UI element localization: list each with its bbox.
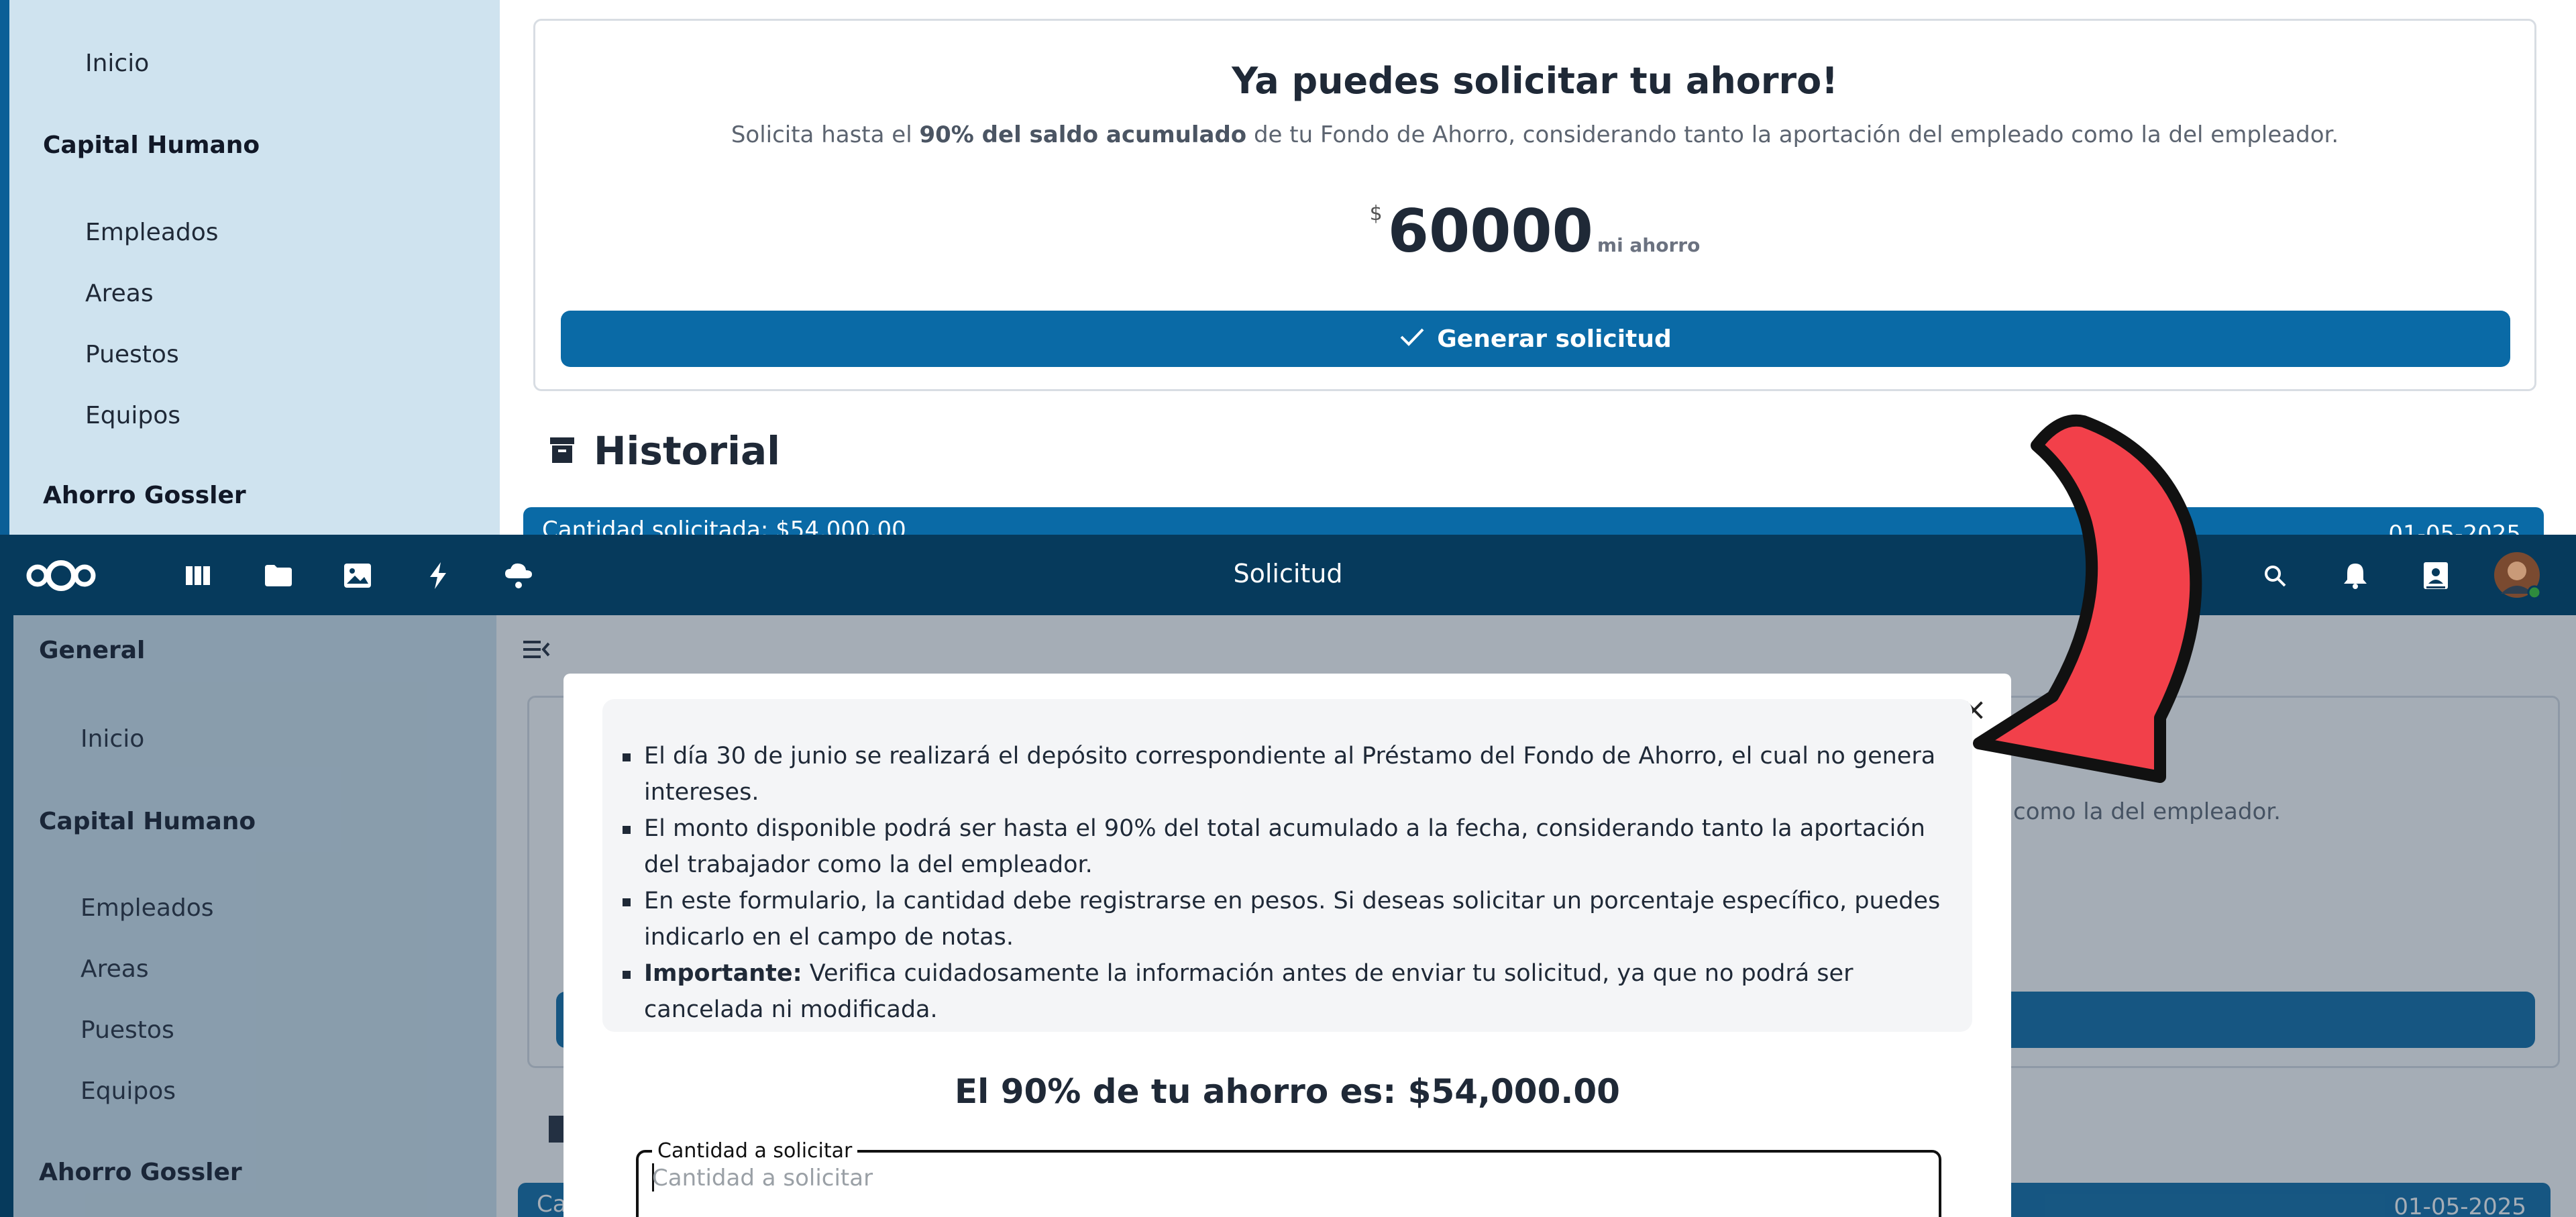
- sidebar: Inicio Capital Humano Empleados Areas Pu…: [9, 0, 500, 535]
- generate-request-button[interactable]: Generar solicitud: [561, 311, 2510, 367]
- amount-request-field-label: Cantidad a solicitar: [652, 1139, 858, 1163]
- notice-item-text: El monto disponible podrá ser hasta el 9…: [644, 815, 1925, 878]
- request-modal: × El día 30 de junio se realizará el dep…: [564, 674, 2011, 1217]
- sidebar-item-inicio[interactable]: Inicio: [85, 50, 149, 77]
- search-icon[interactable]: [2258, 559, 2292, 592]
- historial-title: Historial: [594, 428, 781, 474]
- amount-request-placeholder: Cantidad a solicitar: [652, 1165, 873, 1192]
- generate-request-label: Generar solicitud: [1437, 325, 1672, 353]
- savings-amount: $60000 mi ahorro: [535, 197, 2534, 266]
- card-subtitle-pre: Solicita hasta el: [731, 121, 920, 148]
- notice-item: Importante: Verifica cuidadosamente la i…: [621, 955, 1956, 1028]
- red-arrow-icon: [1959, 403, 2241, 792]
- notice-item-text: El día 30 de junio se realizará el depós…: [644, 743, 1936, 806]
- history-row[interactable]: Cantidad solicitada: $54,000.00 01-05-20…: [523, 507, 2544, 535]
- frame-edge: [0, 615, 13, 1217]
- bell-icon[interactable]: [2339, 559, 2372, 592]
- sidebar-item-areas[interactable]: Areas: [85, 280, 154, 307]
- card-title: Ya puedes solicitar tu ahorro!: [1232, 60, 1838, 102]
- sidebar-item-puestos[interactable]: Puestos: [85, 341, 179, 368]
- amount-label: mi ahorro: [1597, 234, 1701, 256]
- ninety-percent-heading: El 90% de tu ahorro es: $54,000.00: [955, 1072, 1620, 1111]
- avatar[interactable]: [2493, 551, 2541, 599]
- card-subtitle-bold: 90% del saldo acumulado: [919, 121, 1247, 148]
- contacts-icon[interactable]: [2419, 559, 2453, 592]
- amount-value: 60000: [1387, 197, 1593, 266]
- savings-card: Ya puedes solicitar tu ahorro! Solicita …: [533, 19, 2536, 391]
- card-subtitle: Solicita hasta el 90% del saldo acumulad…: [535, 121, 2534, 148]
- history-row-date: 01-05-2025: [2388, 521, 2521, 535]
- notice-item-text: En este formulario, la cantidad debe reg…: [644, 888, 1941, 951]
- notice-item: El día 30 de junio se realizará el depós…: [621, 738, 1956, 810]
- notice-item: En este formulario, la cantidad debe reg…: [621, 883, 1956, 955]
- notice-item-text: Verifica cuidadosamente la información a…: [644, 960, 1854, 1023]
- notice-item-bold: Importante:: [644, 960, 802, 987]
- amount-request-field[interactable]: Cantidad a solicitar Cantidad a solicita…: [636, 1139, 1941, 1217]
- card-subtitle-post: de tu Fondo de Ahorro, considerando tant…: [1246, 121, 2339, 148]
- notice-item: El monto disponible podrá ser hasta el 9…: [621, 810, 1956, 883]
- history-row-amount: Cantidad solicitada: $54,000.00: [542, 517, 906, 535]
- sidebar-section-capital-humano: Capital Humano: [43, 131, 260, 159]
- sidebar-item-empleados[interactable]: Empleados: [85, 219, 219, 246]
- sidebar-section-ahorro: Ahorro Gossler: [43, 482, 246, 509]
- currency-symbol: $: [1369, 202, 1383, 225]
- archive-icon: [550, 437, 574, 467]
- check-icon: [1399, 325, 1425, 353]
- frame-edge: [0, 0, 9, 535]
- notice-box: El día 30 de junio se realizará el depós…: [602, 699, 1972, 1032]
- notice-list: El día 30 de junio se realizará el depós…: [621, 738, 1956, 1028]
- sidebar-item-equipos[interactable]: Equipos: [85, 402, 180, 429]
